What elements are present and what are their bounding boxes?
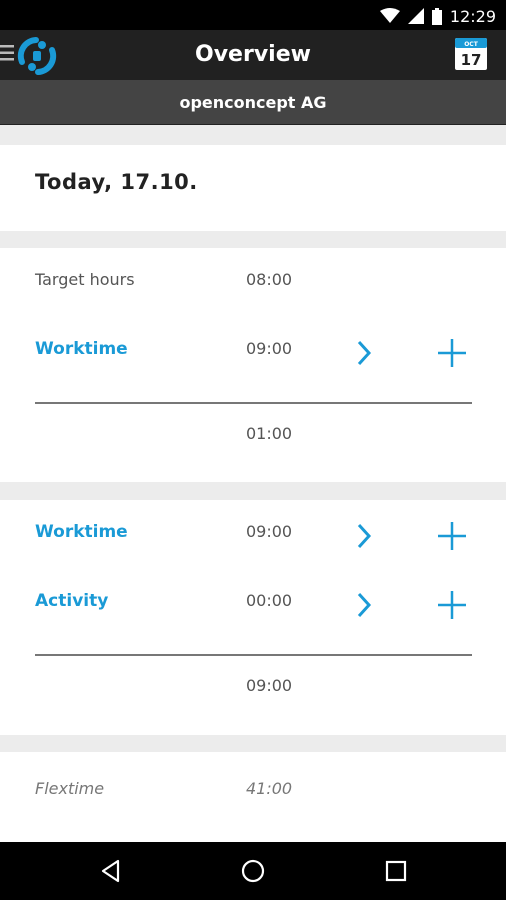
- target-hours-value: 08:00: [246, 270, 293, 289]
- add-activity-button[interactable]: [436, 589, 468, 621]
- activity-link[interactable]: Activity: [35, 591, 108, 611]
- activity-value: 00:00: [246, 591, 293, 610]
- company-name: openconcept AG: [179, 93, 327, 112]
- app-bar: Overview OCT 17: [0, 30, 506, 80]
- calendar-month: OCT: [464, 41, 479, 48]
- system-nav-bar: [0, 842, 506, 900]
- worktime-value: 09:00: [246, 339, 293, 358]
- worktime-entries-value: 09:00: [246, 522, 293, 541]
- divider: [35, 654, 472, 656]
- today-heading: Today, 17.10.: [35, 170, 198, 194]
- home-icon[interactable]: [240, 858, 266, 884]
- company-bar: openconcept AG: [0, 80, 506, 125]
- calendar-icon[interactable]: OCT 17: [455, 38, 487, 70]
- worktime-entries-link[interactable]: Worktime: [35, 522, 128, 542]
- flextime-value: 41:00: [246, 779, 293, 798]
- divider: [35, 402, 472, 404]
- worktime-link[interactable]: Worktime: [35, 339, 128, 359]
- cell-signal-icon: [407, 8, 424, 24]
- chevron-right-icon[interactable]: [354, 521, 374, 551]
- status-icons: 12:29: [379, 5, 496, 27]
- battery-icon: [431, 7, 442, 25]
- add-worktime-entry-button[interactable]: [436, 520, 468, 552]
- status-bar: 12:29: [0, 0, 506, 30]
- chevron-right-icon[interactable]: [354, 590, 374, 620]
- chevron-right-icon[interactable]: [354, 338, 374, 368]
- calendar-day: 17: [461, 51, 482, 69]
- difference-value: 01:00: [246, 424, 293, 443]
- entries-total-value: 09:00: [246, 676, 293, 695]
- recents-icon[interactable]: [383, 858, 409, 884]
- back-icon[interactable]: [98, 858, 124, 884]
- target-hours-label: Target hours: [35, 270, 135, 289]
- add-worktime-button[interactable]: [436, 337, 468, 369]
- wifi-icon: [379, 8, 400, 23]
- status-time: 12:29: [449, 6, 496, 26]
- flextime-label: Flextime: [35, 779, 105, 798]
- page-title: Overview: [195, 42, 311, 67]
